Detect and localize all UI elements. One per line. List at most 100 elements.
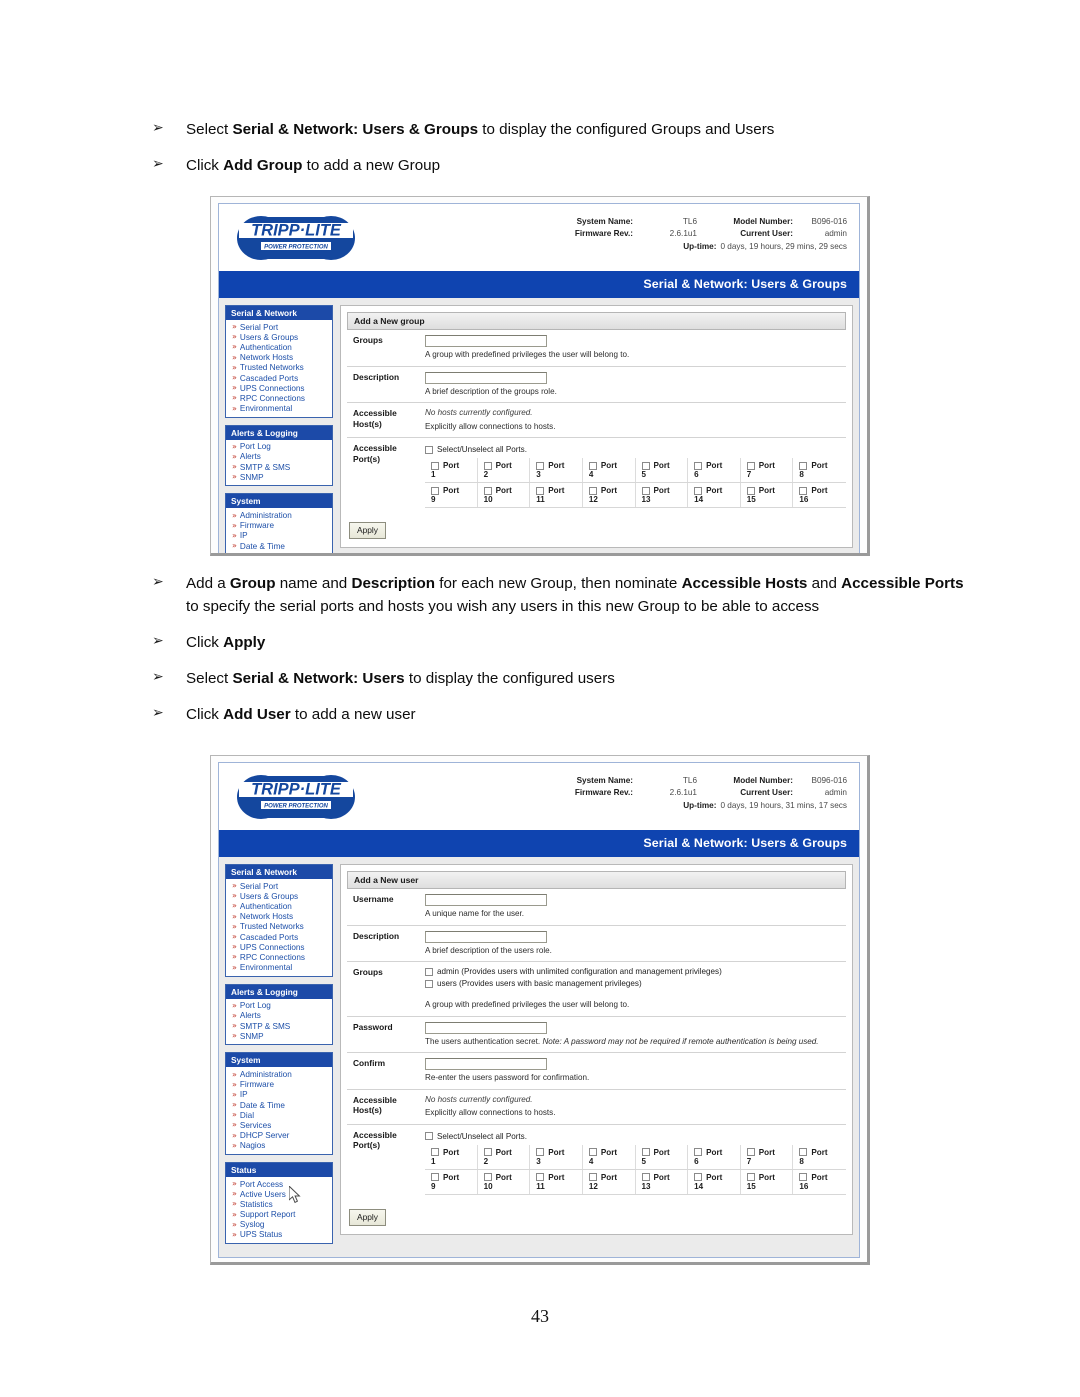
checkbox-icon[interactable]	[746, 461, 755, 470]
port-checkbox-row[interactable]: Port	[483, 1148, 530, 1157]
sidebar-item-port-log[interactable]: » Port Log	[226, 442, 332, 452]
port-cell-14[interactable]: Port 14	[688, 483, 741, 508]
port-cell-9[interactable]: Port 9	[425, 1169, 478, 1194]
checkbox-icon[interactable]	[431, 1148, 439, 1157]
port-cell-12[interactable]: Port 12	[583, 1169, 636, 1194]
port-cell-5[interactable]: Port 5	[636, 458, 689, 483]
checkbox-icon[interactable]	[483, 461, 492, 470]
port-checkbox-row[interactable]: Port	[641, 1173, 688, 1182]
sidebar-item-administration[interactable]: » Administration	[226, 510, 332, 520]
port-cell-15[interactable]: Port 15	[741, 483, 794, 508]
port-cell-8[interactable]: Port 8	[793, 1145, 846, 1169]
port-cell-16[interactable]: Port 16	[793, 1170, 846, 1194]
port-checkbox-row[interactable]: Port	[746, 1173, 793, 1182]
sidebar-item-date-time[interactable]: » Date & Time	[226, 1100, 332, 1110]
port-cell-15[interactable]: Port 15	[741, 1169, 794, 1194]
port-checkbox-row[interactable]: Port	[694, 486, 740, 495]
port-cell-9[interactable]: Port 9	[425, 483, 478, 508]
confirm-input[interactable]	[425, 1058, 547, 1071]
sidebar-item-trusted-networks[interactable]: » Trusted Networks	[226, 363, 332, 373]
port-cell-12[interactable]: Port 12	[583, 483, 636, 508]
port-cell-4[interactable]: Port 4	[583, 1144, 636, 1169]
port-checkbox-row[interactable]: Port	[431, 461, 477, 470]
checkbox-icon[interactable]	[483, 1173, 492, 1182]
checkbox-icon[interactable]	[746, 486, 755, 495]
checkbox-icon[interactable]	[536, 1148, 545, 1157]
sidebar-item-syslog[interactable]: » Syslog	[226, 1220, 332, 1230]
description-input[interactable]	[425, 930, 547, 943]
sidebar-item-environmental[interactable]: » Environmental	[226, 963, 332, 973]
checkbox-icon[interactable]	[694, 1173, 703, 1182]
description-input[interactable]	[425, 371, 547, 384]
sidebar-item-date-time[interactable]: » Date & Time	[226, 541, 332, 551]
port-cell-2[interactable]: Port 2	[478, 1144, 531, 1169]
checkbox-icon[interactable]	[431, 486, 439, 495]
checkbox-icon[interactable]	[588, 486, 597, 495]
checkbox-icon[interactable]	[641, 461, 650, 470]
port-cell-11[interactable]: Port 11	[530, 483, 583, 508]
checkbox-icon[interactable]	[536, 1173, 545, 1182]
port-checkbox-row[interactable]: Port	[483, 1173, 530, 1182]
sidebar-item-ip[interactable]: » IP	[226, 1090, 332, 1100]
sidebar-item-cascaded-ports[interactable]: » Cascaded Ports	[226, 373, 332, 383]
port-cell-13[interactable]: Port 13	[636, 483, 689, 508]
checkbox-icon[interactable]	[641, 486, 650, 495]
port-cell-4[interactable]: Port 4	[583, 458, 636, 483]
checkbox-icon[interactable]	[536, 461, 545, 470]
username-input[interactable]	[425, 894, 547, 906]
sidebar-item-snmp[interactable]: » SNMP	[226, 472, 332, 482]
port-cell-5[interactable]: Port 5	[636, 1144, 689, 1169]
port-cell-16[interactable]: Port 16	[793, 483, 846, 507]
port-cell-3[interactable]: Port 3	[530, 1144, 583, 1169]
checkbox-icon[interactable]	[536, 486, 545, 495]
port-checkbox-row[interactable]: Port	[431, 1173, 477, 1182]
sidebar-item-serial-port[interactable]: » Serial Port	[226, 322, 332, 332]
sidebar-item-alerts[interactable]: » Alerts	[226, 452, 332, 462]
sidebar-item-authentication[interactable]: » Authentication	[226, 901, 332, 911]
group-checkbox-option[interactable]: users (Provides users with basic managem…	[425, 979, 846, 988]
checkbox-icon[interactable]	[425, 979, 433, 988]
port-checkbox-row[interactable]: Port	[799, 486, 846, 495]
checkbox-icon[interactable]	[588, 1148, 597, 1157]
sidebar-item-network-hosts[interactable]: » Network Hosts	[226, 912, 332, 922]
checkbox-icon[interactable]	[694, 486, 703, 495]
password-input[interactable]	[425, 1021, 547, 1034]
port-checkbox-row[interactable]: Port	[536, 486, 582, 495]
checkbox-icon[interactable]	[425, 967, 433, 976]
checkbox-icon[interactable]	[431, 461, 439, 470]
port-checkbox-row[interactable]: Port	[694, 1148, 740, 1157]
sidebar-item-snmp[interactable]: » SNMP	[226, 1031, 332, 1041]
groups-input[interactable]	[425, 335, 547, 347]
port-checkbox-row[interactable]: Port	[483, 461, 530, 470]
port-cell-10[interactable]: Port 10	[478, 483, 531, 508]
port-checkbox-row[interactable]: Port	[588, 1148, 635, 1157]
checkbox-icon[interactable]	[746, 1148, 755, 1157]
sidebar-item-administration[interactable]: » Administration	[226, 1069, 332, 1079]
sidebar-item-smtp-sms[interactable]: » SMTP & SMS	[226, 1021, 332, 1031]
checkbox-icon[interactable]	[588, 461, 597, 470]
port-cell-2[interactable]: Port 2	[478, 458, 531, 483]
port-cell-6[interactable]: Port 6	[688, 458, 741, 483]
port-checkbox-row[interactable]: Port	[536, 1173, 582, 1182]
port-cell-14[interactable]: Port 14	[688, 1169, 741, 1194]
sidebar-item-network-hosts[interactable]: » Network Hosts	[226, 353, 332, 363]
sidebar-item-firmware[interactable]: » Firmware	[226, 1080, 332, 1090]
port-checkbox-row[interactable]: Port	[799, 461, 846, 470]
sidebar-item-statistics[interactable]: » Statistics	[226, 1199, 332, 1209]
sidebar-item-services[interactable]: » Services	[226, 1120, 332, 1130]
sidebar-item-dhcp-server[interactable]: » DHCP Server	[226, 1131, 332, 1141]
port-checkbox-row[interactable]: Port	[799, 1148, 846, 1157]
checkbox-icon[interactable]	[588, 1173, 597, 1182]
apply-button[interactable]: Apply	[349, 1208, 386, 1226]
port-checkbox-row[interactable]: Port	[694, 1173, 740, 1182]
port-cell-7[interactable]: Port 7	[741, 458, 794, 483]
port-checkbox-row[interactable]: Port	[431, 1148, 477, 1157]
checkbox-icon[interactable]	[799, 486, 808, 495]
port-cell-1[interactable]: Port 1	[425, 458, 478, 483]
checkbox-icon[interactable]	[641, 1148, 650, 1157]
select-all-ports-checkbox[interactable]: Select/Unselect all Ports.	[425, 445, 846, 454]
sidebar-item-ups-connections[interactable]: » UPS Connections	[226, 942, 332, 952]
group-checkbox-option[interactable]: admin (Provides users with unlimited con…	[425, 967, 846, 976]
port-checkbox-row[interactable]: Port	[799, 1173, 846, 1182]
port-checkbox-row[interactable]: Port	[694, 461, 740, 470]
